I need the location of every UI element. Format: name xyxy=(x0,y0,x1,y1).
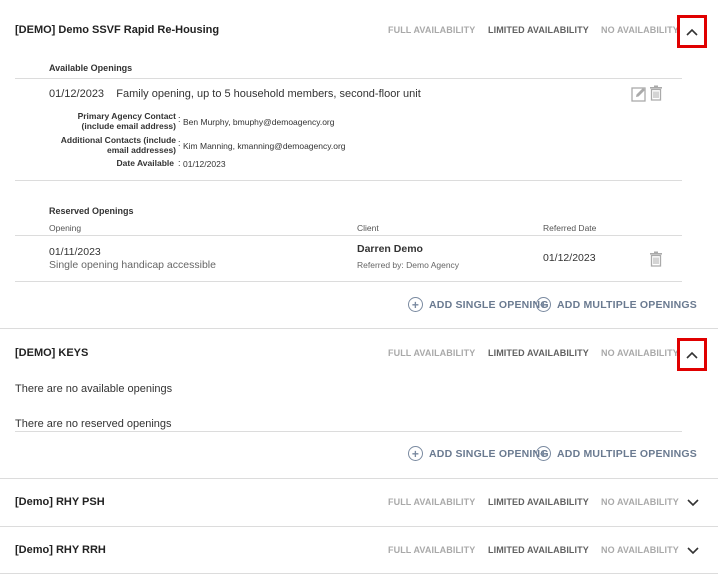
delete-reservation-button[interactable] xyxy=(649,251,665,267)
full-availability-option[interactable]: FULL AVAILABILITY xyxy=(388,497,475,507)
additional-contacts-label-line2: email addresses) xyxy=(107,145,176,155)
column-header-client: Client xyxy=(357,223,379,233)
chevron-down-icon xyxy=(687,547,699,555)
primary-contact-value: Ben Murphy, bmuphy@demoagency.org xyxy=(183,117,335,127)
no-availability-option[interactable]: NO AVAILABILITY xyxy=(601,545,679,555)
add-circle-icon: + xyxy=(408,297,423,312)
available-opening-summary: 01/12/2023 Family opening, up to 5 house… xyxy=(49,88,421,100)
add-circle-icon: + xyxy=(536,446,551,461)
full-availability-option[interactable]: FULL AVAILABILITY xyxy=(388,25,475,35)
column-header-opening: Opening xyxy=(49,223,82,233)
program-title: [Demo] RHY PSH xyxy=(15,496,105,508)
program-section: [Demo] RHY PSH FULL AVAILABILITY LIMITED… xyxy=(0,479,718,527)
trash-icon xyxy=(650,251,662,267)
no-available-openings-message: There are no available openings xyxy=(15,383,173,395)
program-title: [DEMO] KEYS xyxy=(15,347,89,359)
client-name: Darren Demo xyxy=(357,243,423,255)
chevron-down-icon xyxy=(687,499,699,507)
no-reserved-openings-message: There are no reserved openings xyxy=(15,418,172,430)
edit-button[interactable] xyxy=(631,86,647,102)
trash-icon xyxy=(650,85,662,101)
divider xyxy=(15,180,682,181)
divider xyxy=(15,235,682,236)
separator: : xyxy=(178,158,181,168)
program-section: [Demo] RHY RRH FULL AVAILABILITY LIMITED… xyxy=(0,527,718,574)
program-title: [Demo] RHY RRH xyxy=(15,544,106,556)
divider xyxy=(15,431,682,432)
primary-contact-label-line2: (include email address) xyxy=(81,121,176,131)
add-circle-icon: + xyxy=(408,446,423,461)
no-availability-option[interactable]: NO AVAILABILITY xyxy=(601,25,679,35)
add-single-opening-label: ADD SINGLE OPENING xyxy=(429,447,549,460)
reserved-opening-description: Single opening handicap accessible xyxy=(49,259,216,271)
additional-contacts-label: Additional Contacts (include email addre… xyxy=(16,135,176,155)
date-available-value: 01/12/2023 xyxy=(183,159,226,169)
edit-icon xyxy=(631,87,646,102)
add-multiple-openings-button[interactable]: + ADD MULTIPLE OPENINGS xyxy=(536,297,697,312)
date-available-label: Date Available xyxy=(116,158,174,168)
divider xyxy=(15,78,682,79)
primary-contact-label-line1: Primary Agency Contact xyxy=(77,111,176,121)
add-single-opening-label: ADD SINGLE OPENING xyxy=(429,298,549,311)
reserved-opening-date: 01/11/2023 xyxy=(49,246,101,258)
add-single-opening-button[interactable]: + ADD SINGLE OPENING xyxy=(408,446,549,461)
expand-button[interactable] xyxy=(686,544,700,558)
additional-contacts-label-line1: Additional Contacts (include xyxy=(60,135,176,145)
collapse-button[interactable] xyxy=(677,338,707,371)
referred-date: 01/12/2023 xyxy=(543,252,596,264)
collapse-button[interactable] xyxy=(677,15,707,48)
expand-button[interactable] xyxy=(686,496,700,510)
available-openings-heading: Available Openings xyxy=(49,63,133,73)
referred-by: Referred by: Demo Agency xyxy=(357,260,460,270)
add-single-opening-button[interactable]: + ADD SINGLE OPENING xyxy=(408,297,549,312)
program-section: [DEMO] KEYS FULL AVAILABILITY LIMITED AV… xyxy=(0,329,718,479)
delete-button[interactable] xyxy=(649,85,665,101)
column-header-referred-date: Referred Date xyxy=(543,223,597,233)
no-availability-option[interactable]: NO AVAILABILITY xyxy=(601,497,679,507)
add-multiple-openings-label: ADD MULTIPLE OPENINGS xyxy=(557,447,697,460)
program-title: [DEMO] Demo SSVF Rapid Re-Housing xyxy=(15,24,220,36)
full-availability-option[interactable]: FULL AVAILABILITY xyxy=(388,348,475,358)
separator: : xyxy=(178,114,181,124)
limited-availability-option[interactable]: LIMITED AVAILABILITY xyxy=(488,545,589,555)
program-section: [DEMO] Demo SSVF Rapid Re-Housing FULL A… xyxy=(0,0,718,329)
limited-availability-option[interactable]: LIMITED AVAILABILITY xyxy=(488,348,589,358)
limited-availability-option[interactable]: LIMITED AVAILABILITY xyxy=(488,497,589,507)
divider xyxy=(15,281,682,282)
primary-contact-label: Primary Agency Contact (include email ad… xyxy=(16,111,176,131)
add-multiple-openings-button[interactable]: + ADD MULTIPLE OPENINGS xyxy=(536,446,697,461)
chevron-up-icon xyxy=(686,351,698,359)
no-availability-option[interactable]: NO AVAILABILITY xyxy=(601,348,679,358)
limited-availability-option[interactable]: LIMITED AVAILABILITY xyxy=(488,25,589,35)
add-circle-icon: + xyxy=(536,297,551,312)
add-multiple-openings-label: ADD MULTIPLE OPENINGS xyxy=(557,298,697,311)
separator: : xyxy=(178,138,181,148)
reserved-openings-heading: Reserved Openings xyxy=(49,206,134,216)
chevron-up-icon xyxy=(686,28,698,36)
full-availability-option[interactable]: FULL AVAILABILITY xyxy=(388,545,475,555)
additional-contacts-value: Kim Manning, kmanning@demoagency.org xyxy=(183,141,346,151)
